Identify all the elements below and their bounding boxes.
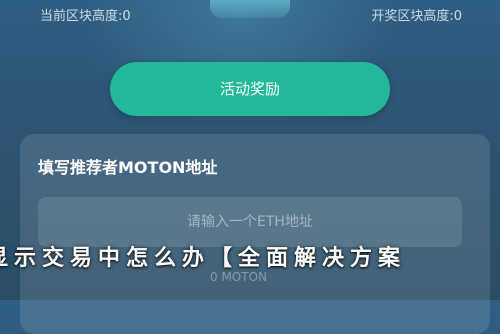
draw-block-height-value: 0 bbox=[453, 9, 462, 24]
current-block-height-label: 当前区块高度: bbox=[40, 9, 123, 24]
top-icon bbox=[210, 0, 290, 18]
current-block-height-value: 0 bbox=[122, 9, 131, 24]
current-block-height: 当前区块高度:0 bbox=[40, 6, 131, 28]
draw-block-height-label: 开奖区块高度: bbox=[371, 9, 454, 24]
activity-reward-button[interactable]: 活动奖励 bbox=[110, 62, 390, 116]
overlay-banner: 显示交易中怎么办【全面解决方案 bbox=[0, 245, 407, 271]
draw-block-height: 开奖区块高度:0 bbox=[371, 6, 462, 28]
referrer-title: 填写推荐者MOTON地址 bbox=[38, 158, 218, 177]
